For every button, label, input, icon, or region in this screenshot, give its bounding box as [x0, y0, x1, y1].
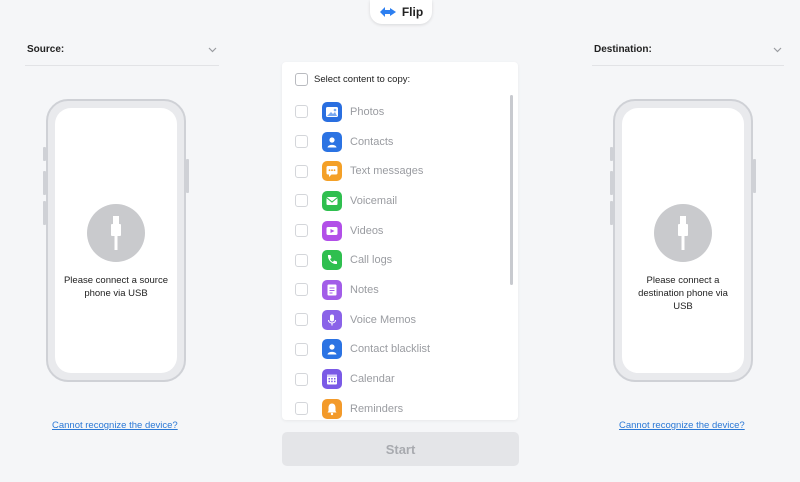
- reminders-icon: [322, 398, 342, 419]
- chevron-down-icon: [208, 47, 217, 52]
- messages-icon: [322, 161, 342, 182]
- source-cannot-recognize-link[interactable]: Cannot recognize the device?: [52, 420, 178, 431]
- destination-phone: Please connect a destination phone via U…: [610, 99, 756, 382]
- content-item-text-messages[interactable]: Text messages: [295, 156, 505, 186]
- content-item-label: Contact blacklist: [350, 343, 431, 356]
- content-item-checkbox[interactable]: [295, 253, 308, 267]
- source-phone: Please connect a source phone via USB: [43, 99, 189, 382]
- content-item-reminders[interactable]: Reminders: [295, 394, 505, 420]
- voice-memos-icon: [322, 309, 342, 330]
- content-item-voicemail[interactable]: Voicemail: [295, 186, 505, 216]
- content-item-label: Voicemail: [350, 194, 398, 207]
- flip-label: Flip: [401, 5, 424, 19]
- calendar-icon: [322, 369, 342, 390]
- content-item-label: Notes: [350, 283, 379, 296]
- content-item-videos[interactable]: Videos: [295, 216, 505, 246]
- content-item-label: Videos: [350, 224, 384, 237]
- content-item-checkbox[interactable]: [295, 342, 308, 356]
- content-item-voice-memos[interactable]: Voice Memos: [295, 305, 505, 335]
- videos-icon: [322, 220, 342, 241]
- content-item-checkbox[interactable]: [295, 224, 308, 238]
- destination-phone-screen: Please connect a destination phone via U…: [622, 108, 744, 373]
- content-item-checkbox[interactable]: [295, 372, 308, 386]
- content-item-label: Call logs: [350, 254, 393, 267]
- content-panel: Select content to copy: Photos Contacts Te…: [282, 62, 518, 420]
- contact-blacklist-icon: [322, 339, 342, 360]
- content-item-label: Text messages: [350, 165, 424, 178]
- destination-cannot-recognize-link[interactable]: Cannot recognize the device?: [619, 420, 745, 431]
- source-connect-message: Please connect a source phone via USB: [63, 275, 169, 299]
- content-item-checkbox[interactable]: [295, 164, 308, 178]
- content-item-contact-blacklist[interactable]: Contact blacklist: [295, 335, 505, 365]
- content-item-label: Reminders: [350, 402, 404, 415]
- start-button[interactable]: Start: [282, 432, 519, 466]
- content-item-checkbox[interactable]: [295, 313, 308, 327]
- content-item-checkbox[interactable]: [295, 194, 308, 208]
- photos-icon: [322, 101, 342, 122]
- destination-label: Destination:: [594, 44, 652, 55]
- source-dropdown[interactable]: Source:: [25, 40, 219, 66]
- content-item-checkbox[interactable]: [295, 135, 308, 149]
- content-item-checkbox[interactable]: [295, 283, 308, 297]
- destination-connect-message: Please connect a destination phone via U…: [638, 275, 728, 312]
- call-logs-icon: [322, 250, 342, 271]
- select-content-header: Select content to copy:: [314, 73, 411, 85]
- contacts-icon: [322, 131, 342, 152]
- content-item-label: Contacts: [350, 135, 394, 148]
- content-list: Photos Contacts Text messages Voicemail Vide…: [295, 97, 505, 420]
- source-phone-screen: Please connect a source phone via USB: [55, 108, 177, 373]
- content-item-checkbox[interactable]: [295, 402, 308, 416]
- content-item-notes[interactable]: Notes: [295, 275, 505, 305]
- content-scrollbar[interactable]: [510, 95, 513, 285]
- content-item-photos[interactable]: Photos: [295, 97, 505, 127]
- content-item-label: Photos: [350, 105, 385, 118]
- voicemail-icon: [322, 190, 342, 211]
- content-item-contacts[interactable]: Contacts: [295, 127, 505, 157]
- select-all-checkbox[interactable]: [295, 72, 308, 86]
- chevron-down-icon: [773, 47, 782, 52]
- select-all-row[interactable]: Select content to copy:: [295, 72, 410, 86]
- flip-arrows-icon: [379, 7, 396, 17]
- content-item-calendar[interactable]: Calendar: [295, 364, 505, 394]
- content-item-checkbox[interactable]: [295, 105, 308, 119]
- destination-dropdown[interactable]: Destination:: [592, 40, 784, 66]
- source-label: Source:: [27, 44, 65, 55]
- usb-cable-icon: [654, 204, 712, 262]
- content-item-label: Calendar: [350, 373, 395, 386]
- content-item-label: Voice Memos: [350, 313, 417, 326]
- usb-cable-icon: [87, 204, 145, 262]
- notes-icon: [322, 279, 342, 300]
- content-item-call-logs[interactable]: Call logs: [295, 245, 505, 275]
- flip-button[interactable]: Flip: [370, 0, 432, 24]
